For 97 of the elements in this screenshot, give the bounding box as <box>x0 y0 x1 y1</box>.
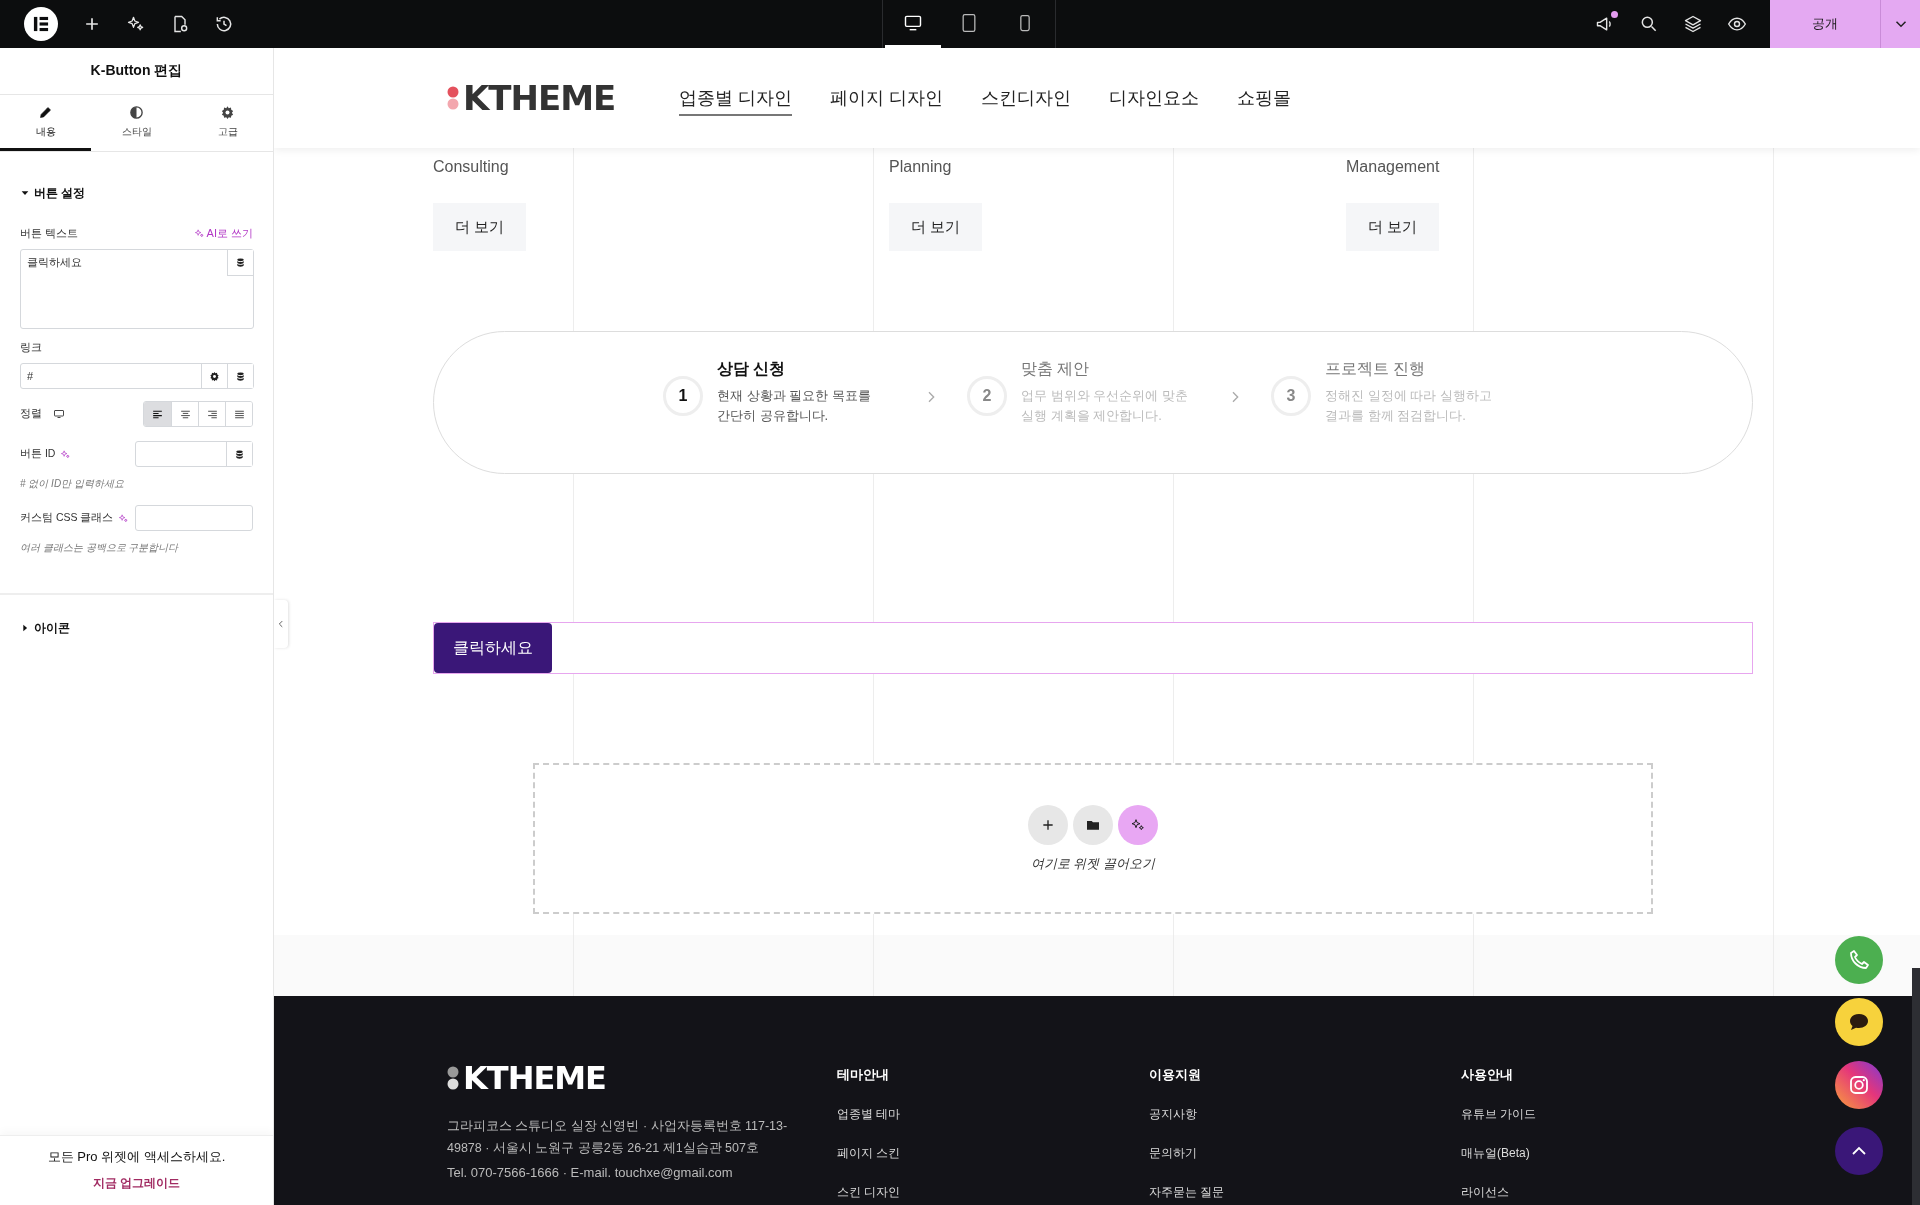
sparkle-icon <box>193 228 205 239</box>
field-label: 버튼 텍스트 <box>20 226 78 241</box>
nav-link[interactable]: 업종별 디자인 <box>679 82 793 116</box>
field-label: 버튼 ID <box>20 447 56 461</box>
sparkle-icon <box>1130 816 1146 833</box>
template-button[interactable] <box>1073 804 1113 845</box>
panel-tab[interactable]: 내용 <box>0 95 91 151</box>
layers-icon <box>1683 14 1703 34</box>
promo-text: 모든 Pro 위젯에 액세스하세요. <box>47 1148 226 1166</box>
database-icon <box>235 370 246 382</box>
field-description: 여러 클래스는 공백으로 구분합니다 <box>20 541 180 555</box>
cta-button[interactable]: 클릭하세요 <box>434 623 552 673</box>
ai-write-link[interactable]: AI로 쓰기 <box>193 226 253 241</box>
megaphone-button[interactable] <box>1595 14 1615 34</box>
text-area[interactable]: 클릭하세요 <box>20 249 254 329</box>
footer-link[interactable]: 자주묻는 질문 <box>1149 1184 1225 1201</box>
call-button[interactable] <box>1835 936 1883 984</box>
panel-title: K-Button 편집 <box>0 48 273 95</box>
panel-tab[interactable]: 고급 <box>182 95 273 151</box>
ai-button[interactable] <box>1118 804 1158 845</box>
field-label: 정렬 <box>20 407 42 421</box>
chevron-left-icon <box>276 619 286 629</box>
dynamic-tags-button[interactable] <box>227 364 253 388</box>
field-label: 커스텀 CSS 클래스 <box>20 511 114 525</box>
step-title: 맞춤 제안 <box>1021 359 1091 379</box>
card-title: Planning <box>889 158 953 177</box>
logo-dots-icon <box>447 84 459 112</box>
settings-icon <box>220 104 235 120</box>
history-icon <box>214 14 234 34</box>
footer-link[interactable]: 문의하기 <box>1149 1145 1197 1162</box>
caret-down-icon <box>20 188 30 198</box>
align-button[interactable] <box>225 402 252 426</box>
dynamic-tags-button[interactable] <box>227 250 253 276</box>
footer-link[interactable]: 공지사항 <box>1149 1106 1197 1123</box>
footer-logo[interactable]: KTHEME <box>463 1059 606 1097</box>
field-description: # 없이 ID만 입력하세요 <box>20 477 125 491</box>
section-header[interactable]: 버튼 설정 <box>20 180 86 206</box>
pencil-icon <box>38 104 53 120</box>
footer-heading: 테마안내 <box>837 1066 889 1084</box>
step-description: 정해진 일정에 따라 실행하고 결과를 함께 점검합니다. <box>1325 387 1493 425</box>
footer-link[interactable]: 페이지 스킨 <box>837 1145 901 1162</box>
field-label: 링크 <box>20 341 42 355</box>
card-title: Management <box>1346 158 1441 177</box>
step-description: 현재 상황과 필요한 목표를 간단히 공유합니다. <box>717 387 872 425</box>
footer-link[interactable]: 매뉴얼(Beta) <box>1461 1145 1530 1162</box>
panel-tab[interactable]: 스타일 <box>91 95 182 151</box>
step-title: 상담 신청 <box>717 359 787 379</box>
step-number: 2 <box>967 376 1007 416</box>
section-header[interactable]: 아이콘 <box>20 615 70 641</box>
logo-icon <box>24 7 58 41</box>
database-icon <box>234 448 245 460</box>
text-field[interactable] <box>135 505 253 531</box>
search-button[interactable] <box>1639 14 1659 34</box>
database-icon <box>235 257 246 268</box>
step-title: 프로젝트 진행 <box>1325 359 1427 379</box>
nav-link[interactable]: 쇼핑몰 <box>1237 82 1292 116</box>
footer-link[interactable]: 유튜브 가이드 <box>1461 1106 1537 1123</box>
half-circle-icon <box>129 104 144 120</box>
layers-button[interactable] <box>1683 14 1703 34</box>
nav-link[interactable]: 디자인요소 <box>1109 82 1200 116</box>
caret-right-icon <box>20 623 30 633</box>
site-logo[interactable]: KTHEME <box>463 78 616 118</box>
link-field[interactable]: # <box>20 363 254 389</box>
dynamic-tags-button[interactable] <box>226 442 252 466</box>
upgrade-link[interactable]: 지금 업그레이드 <box>86 1174 187 1193</box>
add-section-button[interactable] <box>1028 804 1068 845</box>
footer-link[interactable]: 업종별 테마 <box>837 1106 901 1123</box>
card-title: Consulting <box>433 158 510 177</box>
contact-info: Tel. 070-7566-1666 · E-mail. touchxe@gmail.com <box>447 1165 734 1180</box>
notification-dot <box>1611 11 1618 18</box>
text-field[interactable] <box>135 441 253 467</box>
logo-dots-icon <box>447 1064 459 1092</box>
align-button[interactable] <box>144 402 171 426</box>
sparkle-icon <box>118 512 130 524</box>
more-button[interactable]: 더 보기 <box>1346 203 1439 251</box>
instagram-icon <box>1847 1073 1871 1097</box>
nav-link[interactable]: 페이지 디자인 <box>830 82 944 116</box>
monitor-icon <box>53 408 65 420</box>
footer-heading: 이용지원 <box>1149 1066 1201 1084</box>
step-number: 3 <box>1271 376 1311 416</box>
nav-link[interactable]: 스킨디자인 <box>981 82 1072 116</box>
logo-button[interactable] <box>24 7 58 41</box>
company-address: 그라피코스 스튜디오 실장 신영빈 · 사업자등록번호 117-13-49878 · 서울시 노원구 공릉2동 26-21 제1실습관 507호 <box>447 1118 789 1157</box>
publish-button[interactable]: 공개 <box>1770 0 1880 48</box>
footer-link[interactable]: 라이선스 <box>1461 1184 1509 1201</box>
sparkle-icon <box>60 448 72 460</box>
drop-hint: 여기로 위젯 끌어오기 <box>1030 854 1156 873</box>
footer-link[interactable]: 스킨 디자인 <box>837 1184 901 1201</box>
more-button[interactable]: 더 보기 <box>433 203 526 251</box>
settings-icon <box>209 370 220 382</box>
step-description: 업무 범위와 우선순위에 맞춘 실행 계획을 제안합니다. <box>1021 387 1189 425</box>
more-button[interactable]: 더 보기 <box>889 203 982 251</box>
history-button[interactable] <box>214 14 234 34</box>
phone-icon <box>1847 948 1871 972</box>
footer-heading: 사용안내 <box>1461 1066 1513 1084</box>
step-number: 1 <box>663 376 703 416</box>
search-icon <box>1639 14 1659 34</box>
